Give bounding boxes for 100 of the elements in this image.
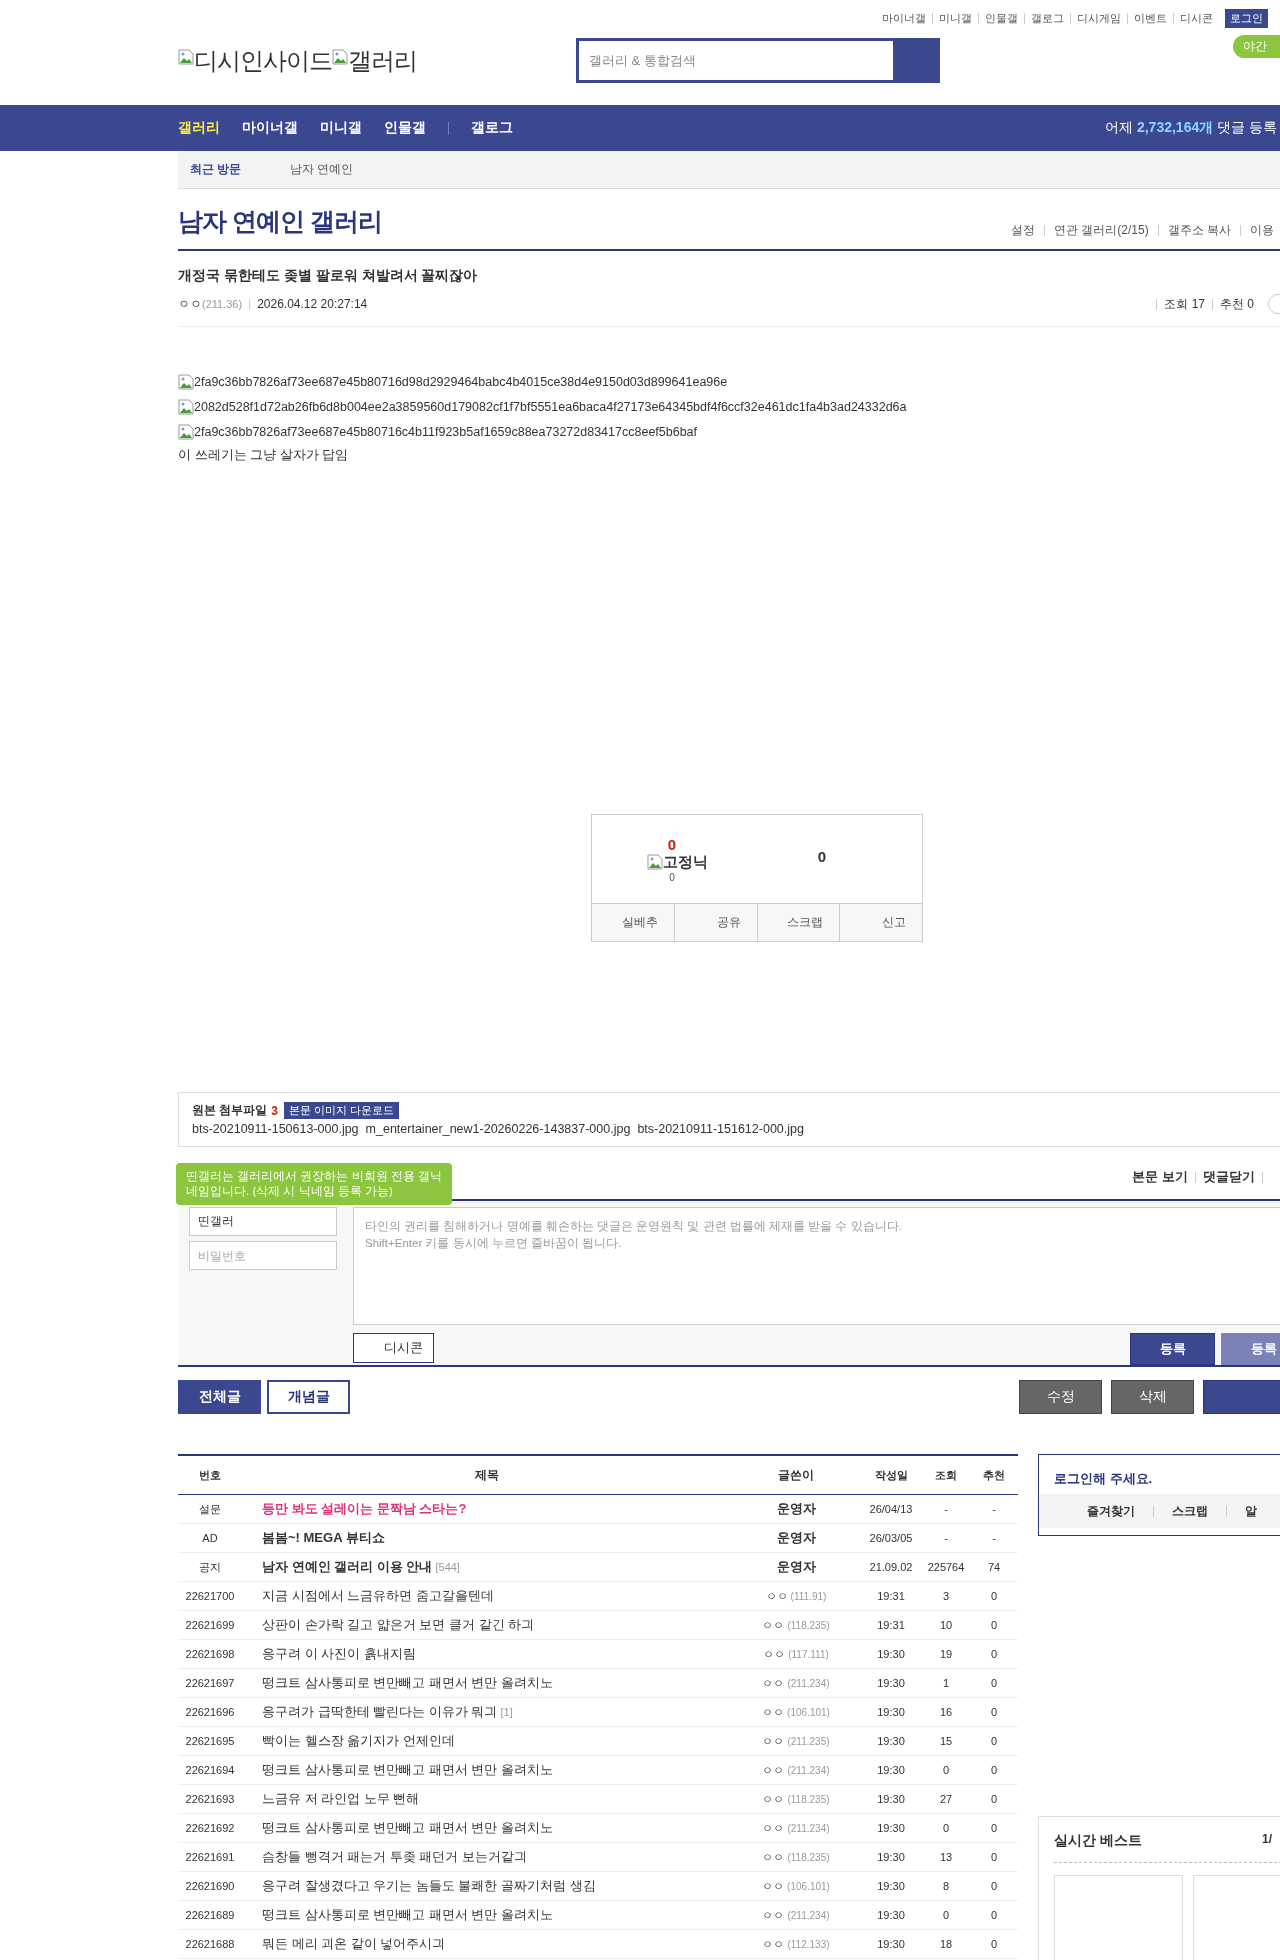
post-title-link[interactable]: 지금 시점에서 느금유하면 줌고갈을텐데 bbox=[262, 1588, 494, 1603]
post-date: 26/03/05 bbox=[868, 1532, 914, 1544]
writer-ip: (112.133) bbox=[787, 1938, 830, 1950]
top-link[interactable]: 인물갤 bbox=[985, 11, 1018, 26]
recommend-count: - bbox=[991, 1532, 997, 1544]
writer-ip: (117.111) bbox=[788, 1648, 829, 1660]
writer-name[interactable]: 운영자 bbox=[776, 1530, 816, 1545]
top-link[interactable]: 디시게임 bbox=[1077, 11, 1121, 26]
writer-name[interactable]: 운영자 bbox=[776, 1501, 816, 1516]
logo-text[interactable]: 갤러리 bbox=[348, 48, 417, 73]
post-title-link[interactable]: 떵크트 삼사통피로 변만빼고 패면서 변만 올려치노 bbox=[262, 1762, 554, 1777]
dccon-button[interactable]: 디시콘 bbox=[353, 1333, 434, 1363]
writer-name[interactable]: ㅇㅇ bbox=[762, 1734, 785, 1747]
login-link[interactable]: 스크랩 bbox=[1172, 1502, 1208, 1520]
nav-tab[interactable]: 인물갤 bbox=[384, 119, 426, 137]
best-page-indicator: 1/ bbox=[1262, 1832, 1272, 1848]
writer-name[interactable]: 운영자 bbox=[776, 1559, 816, 1574]
submit-button[interactable]: 등록 bbox=[1221, 1333, 1280, 1365]
writer-name[interactable]: ㅇㅇ bbox=[762, 1908, 785, 1921]
writer-name[interactable]: ㅇㅇ bbox=[762, 1879, 785, 1892]
attachment-file-link[interactable]: bts-20210911-151612-000.jpg bbox=[637, 1122, 804, 1136]
writer-ip: (211.36) bbox=[202, 298, 243, 310]
gallery-tool-link[interactable]: 설정 bbox=[1010, 222, 1035, 239]
login-link[interactable]: 즐겨찾기 bbox=[1087, 1502, 1135, 1520]
recommend-count: 0 bbox=[989, 1938, 999, 1950]
comment-link[interactable]: 본문 보기 bbox=[1132, 1168, 1188, 1186]
login-prompt[interactable]: 로그인해 주세요. bbox=[1039, 1455, 1280, 1494]
writer-name[interactable]: ㅇㅇ bbox=[763, 1647, 786, 1660]
writer-name[interactable]: ㅇㅇ bbox=[178, 295, 202, 313]
gallery-tool-link[interactable]: 연관 갤러리(2/15) bbox=[1053, 222, 1149, 239]
writer-name[interactable]: ㅇㅇ bbox=[762, 1676, 785, 1689]
post-title-link[interactable]: 등만 봐도 설레이는 문짝남 스타는? bbox=[262, 1501, 467, 1516]
writer-name[interactable]: ㅇㅇ bbox=[762, 1850, 785, 1863]
column-header: 작성일 bbox=[873, 1467, 909, 1483]
writer-ip: (118.235) bbox=[787, 1793, 830, 1805]
reply-count: [1] bbox=[500, 1706, 513, 1718]
search-field[interactable]: 갤러리 & 통합검색 bbox=[576, 38, 940, 83]
post-number: 22621699 bbox=[184, 1619, 236, 1631]
post-title-link[interactable]: 떵크트 삼사통피로 변만빼고 패면서 변만 올려치노 bbox=[262, 1820, 554, 1835]
recommend-count: 추천 0 bbox=[1220, 295, 1254, 313]
recent-gallery-link[interactable]: 남자 연예인 bbox=[290, 161, 354, 178]
action-button[interactable] bbox=[1203, 1380, 1280, 1414]
gallery-tool-link[interactable]: 이용 bbox=[1250, 222, 1274, 239]
post-date: 19:30 bbox=[876, 1706, 906, 1718]
post-title-link[interactable]: 응구려 이 사진이 흙내지림 bbox=[262, 1646, 416, 1661]
post-date: 19:30 bbox=[876, 1938, 906, 1950]
password-field[interactable]: 비밀번호 bbox=[189, 1241, 337, 1270]
nav-tab[interactable]: 마이너갤 bbox=[242, 119, 298, 137]
attachment-file-link[interactable]: bts-20210911-150613-000.jpg bbox=[192, 1122, 359, 1136]
comment-field[interactable]: 타인의 권리를 침해하거나 명예를 훼손하는 댓글은 운영원칙 및 관련 법률에 제재를 받을 수 있습니다. Shift+Enter 키를 동시에 누르면 줄바꿈이 됩니다. bbox=[353, 1207, 1280, 1325]
post-title-link[interactable]: 떵크트 삼사통피로 변만빼고 패면서 변만 올려치노 bbox=[262, 1675, 554, 1690]
post-title-link[interactable]: 떵크트 삼사통피로 변만빼고 패면서 변만 올려치노 bbox=[262, 1907, 554, 1922]
top-link[interactable]: 이벤트 bbox=[1134, 11, 1167, 26]
post-title-link[interactable]: 빡이는 헬스장 옮기지가 언제인데 bbox=[262, 1733, 455, 1748]
login-link[interactable]: 알 bbox=[1245, 1502, 1257, 1520]
broken-image-icon bbox=[332, 48, 348, 65]
post-title-link[interactable]: 응구려 잘생겼다고 우기는 놈들도 불쾌한 골짜기처럼 생김 bbox=[262, 1878, 596, 1893]
nickname-field[interactable]: 띤갤러 bbox=[189, 1207, 337, 1236]
attachment-count: 3 bbox=[271, 1103, 279, 1118]
view-count: 13 bbox=[938, 1851, 954, 1863]
post-action-button[interactable]: 삭제 bbox=[1111, 1380, 1194, 1414]
nav-tab[interactable]: 미니갤 bbox=[320, 119, 362, 137]
comment-link[interactable]: 댓글닫기 bbox=[1203, 1168, 1255, 1186]
logo-text[interactable]: 디시인사이드 bbox=[194, 48, 332, 73]
post-title-link[interactable]: 상판이 손가락 길고 얇은거 보면 클거 같긴 하긔 bbox=[262, 1617, 535, 1632]
top-link[interactable]: 갤로그 bbox=[1031, 11, 1064, 26]
post-number: AD bbox=[201, 1532, 219, 1544]
writer-name[interactable]: ㅇㅇ bbox=[762, 1821, 785, 1834]
nav-tab[interactable]: 갤로그 bbox=[471, 119, 513, 137]
writer-name[interactable]: ㅇㅇ bbox=[762, 1792, 785, 1805]
post-title-link[interactable]: 뭐든 메리 괴온 같이 넣어주시긔 bbox=[262, 1936, 446, 1951]
writer-name[interactable]: ㅇㅇ bbox=[762, 1618, 785, 1631]
writer-name[interactable]: ㅇㅇ bbox=[762, 1937, 785, 1950]
submit-button[interactable]: 등록 bbox=[1130, 1333, 1215, 1365]
column-header: 조회 bbox=[934, 1467, 958, 1483]
post-date: 19:31 bbox=[876, 1590, 906, 1602]
top-link[interactable]: 미니갤 bbox=[939, 11, 972, 26]
post-title-link[interactable]: 슴창들 뻥격거 패는거 투좆 패던거 보는거같긔 bbox=[262, 1849, 528, 1864]
post-number: 22621696 bbox=[184, 1706, 236, 1718]
post-title-link[interactable]: 느금유 저 라인업 노무 뻔해 bbox=[262, 1791, 420, 1806]
writer-name[interactable]: ㅇㅇ bbox=[765, 1589, 788, 1602]
top-link[interactable]: 디시콘 bbox=[1180, 11, 1213, 26]
nav-tab[interactable]: 갤러리 bbox=[178, 119, 220, 137]
list-tab[interactable]: 전체글 bbox=[178, 1380, 261, 1414]
post-title-link[interactable]: 응구려가 급딱한테 빨린다는 이유가 뭐긔 bbox=[262, 1704, 498, 1719]
post-date: 19:30 bbox=[876, 1793, 906, 1805]
top-link[interactable]: 마이너갤 bbox=[882, 11, 926, 26]
post-title-link[interactable]: 남자 연예인 갤러리 이용 안내 bbox=[262, 1559, 433, 1574]
image-download-button[interactable]: 본문 이미지 다운로드 bbox=[284, 1102, 400, 1119]
writer-name[interactable]: ㅇㅇ bbox=[762, 1705, 785, 1718]
list-tab[interactable]: 개념글 bbox=[267, 1380, 350, 1414]
login-button[interactable]: 로그인 bbox=[1225, 9, 1268, 28]
post-number: 설문 bbox=[198, 1501, 222, 1517]
writer-name[interactable]: ㅇㅇ bbox=[762, 1763, 785, 1776]
post-number: 22621697 bbox=[184, 1677, 236, 1689]
post-action-button[interactable]: 수정 bbox=[1019, 1380, 1102, 1414]
gallery-title[interactable]: 남자 연예인 갤러리 bbox=[178, 205, 1011, 238]
post-title-link[interactable]: 봄봄~! MEGA 뷰티쇼 bbox=[262, 1530, 385, 1545]
attachment-file-link[interactable]: m_entertainer_new1-20260226-143837-000.jpg bbox=[365, 1122, 631, 1136]
gallery-tool-link[interactable]: 갤주소 복사 bbox=[1167, 222, 1231, 239]
